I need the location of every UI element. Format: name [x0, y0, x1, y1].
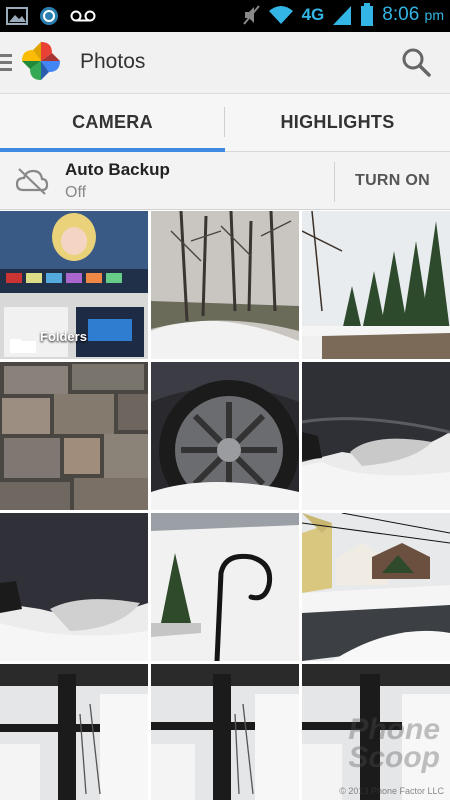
folders-label: Folders — [40, 329, 87, 344]
photo-thumbnail-car-front[interactable] — [302, 362, 450, 510]
copyright: © 2013 Phone Factor LLC — [339, 786, 444, 796]
clock-time: 8:06 — [382, 4, 420, 25]
network-type: 4G — [301, 5, 325, 24]
status-bar: 4G 8:06 pm — [0, 0, 450, 32]
photo-thumbnail-snowy-street[interactable] — [302, 513, 450, 661]
status-bar-right: 4G 8:06 pm — [242, 3, 444, 27]
battery-icon — [361, 3, 374, 26]
status-bar-left — [6, 5, 96, 27]
tab-highlights[interactable]: HIGHLIGHTS — [225, 94, 450, 152]
auto-backup-row: Auto Backup Off TURN ON — [0, 152, 450, 210]
photo-thumbnail-car-wheel[interactable] — [151, 362, 299, 510]
action-bar: Photos — [0, 32, 450, 94]
photos-logo-icon[interactable] — [20, 40, 62, 82]
photo-thumbnail-snowy-hill[interactable] — [151, 211, 299, 359]
photo-grid: Folders Phone Scoop © 2013 Phone Factor … — [0, 211, 450, 800]
photo-thumbnail-shrub-hook[interactable] — [151, 513, 299, 661]
auto-backup-status: Off — [65, 184, 87, 201]
gallery-icon — [6, 7, 28, 25]
signal-icon — [333, 6, 352, 25]
app-title: Photos — [80, 50, 146, 73]
mute-icon — [242, 5, 260, 25]
photo-thumbnail-deck-railing-1[interactable] — [0, 664, 148, 800]
auto-backup-title: Auto Backup — [65, 160, 170, 179]
search-icon[interactable] — [400, 46, 432, 78]
cloud-off-icon — [15, 168, 49, 195]
photo-thumbnail-stone-wall[interactable] — [0, 362, 148, 510]
sync-icon — [40, 7, 58, 25]
photo-thumbnail-deck-railing-3[interactable]: Phone Scoop © 2013 Phone Factor LLC — [302, 664, 450, 800]
menu-icon[interactable] — [0, 54, 12, 72]
photo-thumbnail-evergreens[interactable] — [302, 211, 450, 359]
turn-on-button[interactable]: TURN ON — [335, 152, 450, 210]
wifi-icon — [268, 6, 293, 24]
voicemail-icon — [70, 10, 96, 22]
photo-thumbnail-deck-railing-2[interactable] — [151, 664, 299, 800]
tab-camera[interactable]: CAMERA — [0, 94, 225, 152]
watermark: Phone Scoop — [348, 713, 440, 774]
clock-ampm: pm — [424, 7, 444, 23]
photo-thumbnail-screenshot[interactable]: Folders — [0, 211, 148, 359]
photo-thumbnail-car-hood[interactable] — [0, 513, 148, 661]
tab-bar: CAMERA HIGHLIGHTS — [0, 94, 450, 152]
clock: 8:06 pm — [382, 4, 444, 26]
